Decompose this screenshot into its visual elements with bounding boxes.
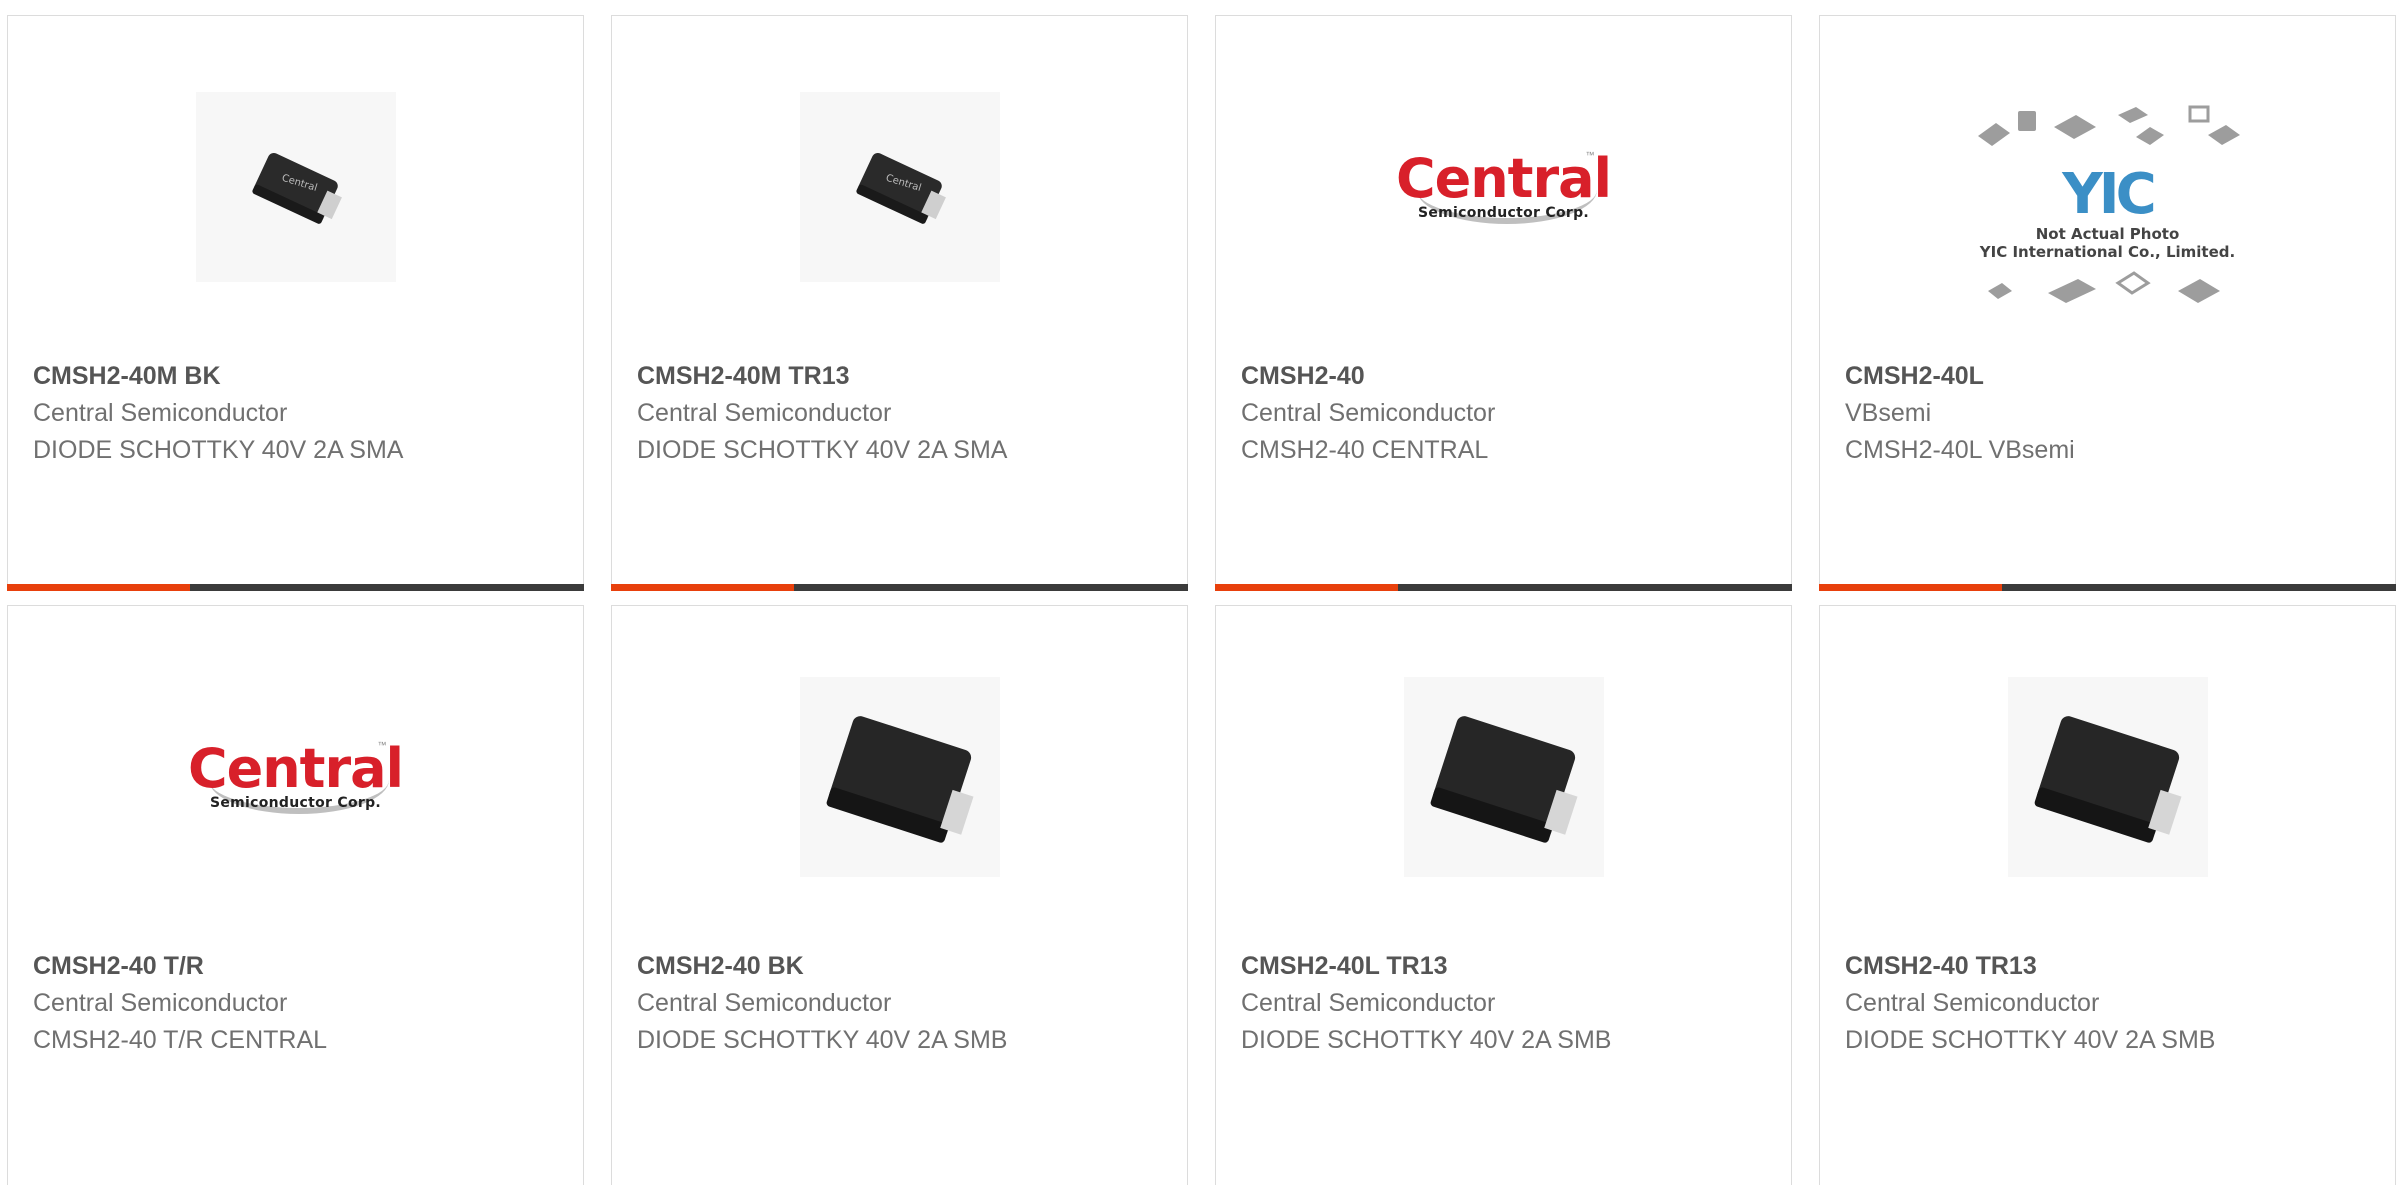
product-card[interactable]: Central CMSH2-40M TR13 Central Semicondu…: [611, 15, 1188, 591]
placeholder-caption: Not Actual Photo: [2035, 225, 2180, 243]
manufacturer-name: Central Semiconductor: [637, 399, 892, 427]
manufacturer-name: Central Semiconductor: [1241, 989, 1496, 1017]
chips-icon: [1987, 271, 2220, 303]
manufacturer-name: Central Semiconductor: [33, 989, 288, 1017]
part-number[interactable]: CMSH2-40 BK: [637, 948, 1167, 985]
product-info: CMSH2-40M BK Central Semiconductor DIODE…: [33, 358, 563, 469]
product-card[interactable]: CMSH2-40 BK Central Semiconductor DIODE …: [611, 605, 1188, 1185]
logo-sub: Semiconductor Corp.: [1417, 205, 1590, 221]
product-info: CMSH2-40 Central Semiconductor CMSH2-40 …: [1241, 358, 1771, 469]
part-number[interactable]: CMSH2-40M BK: [33, 358, 563, 395]
product-card[interactable]: Central Semiconductor Corp. ™ CMSH2-40 T…: [7, 605, 584, 1185]
card-footer-bar: [1819, 584, 2396, 591]
part-number[interactable]: CMSH2-40: [1241, 358, 1771, 395]
product-description: CMSH2-40 T/R CENTRAL: [33, 1026, 328, 1054]
product-description: DIODE SCHOTTKY 40V 2A SMB: [1845, 1026, 2216, 1054]
placeholder-company: YIC International Co., Limited.: [1979, 243, 2236, 261]
smb-package-icon: [799, 677, 1000, 877]
product-card[interactable]: YIC Not Actual Photo YIC International C…: [1819, 15, 2396, 591]
part-number[interactable]: CMSH2-40M TR13: [637, 358, 1167, 395]
product-description: DIODE SCHOTTKY 40V 2A SMA: [637, 436, 1008, 464]
part-number[interactable]: CMSH2-40L: [1845, 358, 2375, 395]
product-info: CMSH2-40L VBsemi CMSH2-40L VBsemi: [1845, 358, 2375, 469]
bar-accent: [1215, 584, 1398, 591]
product-info: CMSH2-40M TR13 Central Semiconductor DIO…: [637, 358, 1167, 469]
product-description: CMSH2-40L VBsemi: [1845, 436, 2075, 464]
product-info: CMSH2-40 T/R Central Semiconductor CMSH2…: [33, 948, 563, 1059]
sma-package-icon: Central: [799, 92, 1000, 282]
product-info: CMSH2-40 TR13 Central Semiconductor DIOD…: [1845, 948, 2375, 1059]
card-footer-bar: [7, 584, 584, 591]
product-card[interactable]: CMSH2-40 TR13 Central Semiconductor DIOD…: [1819, 605, 2396, 1185]
chips-icon: [1977, 105, 2240, 146]
part-number[interactable]: CMSH2-40 TR13: [1845, 948, 2375, 985]
manufacturer-name: Central Semiconductor: [1845, 989, 2100, 1017]
bar-accent: [7, 584, 190, 591]
part-number[interactable]: CMSH2-40 T/R: [33, 948, 563, 985]
product-image[interactable]: Central Semiconductor Corp. ™: [1396, 87, 1612, 287]
product-description: CMSH2-40 CENTRAL: [1241, 436, 1489, 464]
smb-package-icon: [1403, 677, 1604, 877]
product-image[interactable]: YIC Not Actual Photo YIC International C…: [1968, 101, 2248, 341]
manufacturer-name: Central Semiconductor: [637, 989, 892, 1017]
bar-accent: [611, 584, 794, 591]
central-logo: Central Semiconductor Corp. ™: [187, 732, 404, 822]
product-image[interactable]: [799, 677, 1000, 877]
product-image[interactable]: Central: [195, 87, 396, 287]
product-image[interactable]: Central: [799, 87, 1000, 287]
product-info: CMSH2-40L TR13 Central Semiconductor DIO…: [1241, 948, 1771, 1059]
product-grid: Central CMSH2-40M BK Central Semiconduct…: [0, 0, 2400, 1185]
logo-tm: ™: [1585, 150, 1595, 160]
manufacturer-name: Central Semiconductor: [1241, 399, 1496, 427]
product-info: CMSH2-40 BK Central Semiconductor DIODE …: [637, 948, 1167, 1059]
sma-package-icon: Central: [195, 92, 396, 282]
logo-word: Central: [187, 737, 404, 800]
yic-mark: YIC: [2062, 162, 2156, 227]
product-image[interactable]: Central Semiconductor Corp. ™: [188, 677, 404, 877]
product-card[interactable]: Central Semiconductor Corp. ™ CMSH2-40 C…: [1215, 15, 1792, 591]
product-description: DIODE SCHOTTKY 40V 2A SMB: [637, 1026, 1008, 1054]
manufacturer-name: Central Semiconductor: [33, 399, 288, 427]
product-card[interactable]: Central CMSH2-40M BK Central Semiconduct…: [7, 15, 584, 591]
not-actual-photo-placeholder: YIC Not Actual Photo YIC International C…: [1968, 101, 2248, 341]
product-image[interactable]: [2007, 677, 2208, 877]
product-card[interactable]: CMSH2-40L TR13 Central Semiconductor DIO…: [1215, 605, 1792, 1185]
product-description: DIODE SCHOTTKY 40V 2A SMA: [33, 436, 404, 464]
card-footer-bar: [611, 584, 1188, 591]
manufacturer-name: VBsemi: [1845, 399, 1932, 427]
product-image[interactable]: [1403, 677, 1604, 877]
part-number[interactable]: CMSH2-40L TR13: [1241, 948, 1771, 985]
logo-word: Central: [1395, 147, 1612, 210]
central-logo: Central Semiconductor Corp. ™: [1395, 142, 1612, 232]
card-footer-bar: [1215, 584, 1792, 591]
product-description: DIODE SCHOTTKY 40V 2A SMB: [1241, 1026, 1612, 1054]
bar-accent: [1819, 584, 2002, 591]
logo-sub: Semiconductor Corp.: [209, 795, 382, 811]
smb-package-icon: [2007, 677, 2208, 877]
logo-tm: ™: [377, 740, 387, 750]
